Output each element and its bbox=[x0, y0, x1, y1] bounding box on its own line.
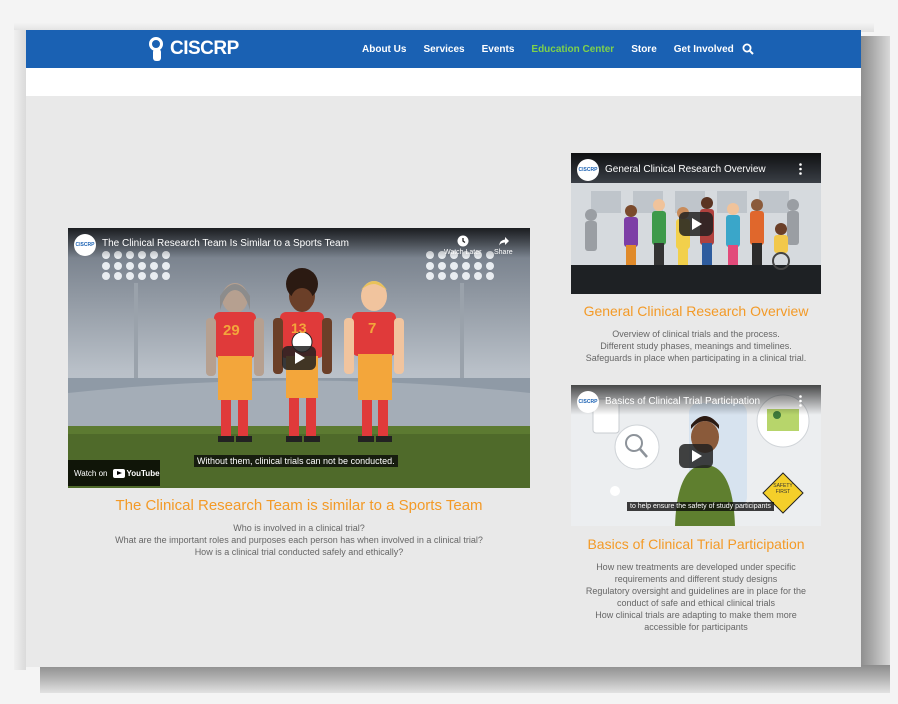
safety-first-sign: SAFETY FIRST bbox=[773, 483, 793, 495]
more-options-icon[interactable] bbox=[799, 395, 802, 407]
desc-line: What are the important roles and purpose… bbox=[115, 535, 483, 545]
jersey-number-29: 29 bbox=[223, 322, 240, 339]
desc-line: How new treatments are developed under s… bbox=[596, 562, 796, 572]
channel-avatar[interactable]: CISCRP bbox=[577, 159, 599, 181]
desc-line: Different study phases, meanings and tim… bbox=[600, 341, 792, 351]
video-player-basics[interactable]: SAFETY FIRST CISCRP Basics of Clinical T… bbox=[571, 385, 821, 526]
jersey-number-13: 13 bbox=[291, 320, 307, 336]
video-heading-overview[interactable]: General Clinical Research Overview bbox=[571, 303, 821, 319]
frame-shadow-right bbox=[860, 36, 890, 676]
video-caption: Without them, clinical trials can not be… bbox=[194, 455, 398, 467]
more-options-icon[interactable] bbox=[799, 163, 802, 175]
channel-avatar[interactable]: CISCRP bbox=[577, 391, 599, 413]
watch-later-icon[interactable] bbox=[457, 235, 469, 247]
desc-line: conduct of safe and ethical clinical tri… bbox=[616, 598, 776, 608]
video-heading-sports-team[interactable]: The Clinical Research Team is similar to… bbox=[68, 497, 530, 514]
logo-mark-icon bbox=[148, 37, 166, 61]
jersey-number-7: 7 bbox=[368, 320, 377, 337]
play-button[interactable] bbox=[679, 212, 713, 236]
video-player-sports-team[interactable]: 29 13 7 CISCRP The Clinical Research Tea… bbox=[68, 228, 530, 488]
nav-about-us[interactable]: About Us bbox=[362, 44, 406, 55]
desc-line: accessible for participants bbox=[644, 622, 748, 632]
desc-line: requirements and different study designs bbox=[614, 574, 778, 584]
desc-line: How is a clinical trial conducted safely… bbox=[194, 547, 404, 557]
video-heading-basics[interactable]: Basics of Clinical Trial Participation bbox=[571, 536, 821, 552]
youtube-label: YouTube bbox=[126, 468, 160, 478]
watch-on-youtube-button[interactable]: Watch on YouTube bbox=[68, 460, 160, 486]
video-caption: to help ensure the safety of study parti… bbox=[627, 502, 774, 511]
video-player-overview[interactable]: CISCRP General Clinical Research Overvie… bbox=[571, 153, 821, 294]
nav-education-center[interactable]: Education Center bbox=[531, 44, 614, 55]
logo-text: CISCRP bbox=[170, 38, 239, 59]
video-description-overview: Overview of clinical trials and the proc… bbox=[566, 328, 826, 364]
site-logo[interactable]: CISCRP bbox=[148, 36, 239, 62]
frame-shadow-bottom bbox=[40, 665, 890, 693]
video-title-link[interactable]: The Clinical Research Team Is Similar to… bbox=[102, 238, 349, 249]
channel-avatar[interactable]: CISCRP bbox=[74, 234, 96, 256]
play-button[interactable] bbox=[679, 444, 713, 468]
watch-on-label: Watch on bbox=[74, 468, 108, 478]
video-description-basics: How new treatments are developed under s… bbox=[566, 561, 826, 633]
frame-border-left bbox=[14, 30, 26, 670]
search-icon[interactable] bbox=[742, 43, 754, 55]
desc-line: Regulatory oversight and guidelines are … bbox=[585, 586, 807, 596]
main-nav: About Us Services Events Education Cente… bbox=[362, 30, 751, 68]
nav-services[interactable]: Services bbox=[423, 44, 464, 55]
share-label[interactable]: Share bbox=[494, 249, 513, 256]
nav-store[interactable]: Store bbox=[631, 44, 657, 55]
youtube-play-icon bbox=[112, 468, 125, 478]
video-title-link[interactable]: General Clinical Research Overview bbox=[605, 164, 766, 175]
watch-later-label[interactable]: Watch Later bbox=[444, 249, 481, 256]
video-title-link[interactable]: Basics of Clinical Trial Participation bbox=[605, 396, 760, 407]
play-button[interactable] bbox=[282, 346, 316, 370]
site-header: CISCRP About Us Services Events Educatio… bbox=[26, 30, 861, 68]
desc-line: Safeguards in place when participating i… bbox=[585, 353, 807, 363]
page: CISCRP About Us Services Events Educatio… bbox=[26, 30, 861, 667]
video-description-sports-team: Who is involved in a clinical trial? Wha… bbox=[68, 522, 530, 558]
desc-line: Overview of clinical trials and the proc… bbox=[612, 329, 780, 339]
header-subbar bbox=[26, 68, 861, 96]
nav-get-involved[interactable]: Get Involved bbox=[674, 44, 734, 55]
nav-events[interactable]: Events bbox=[482, 44, 515, 55]
share-icon[interactable] bbox=[498, 235, 510, 247]
desc-line: Who is involved in a clinical trial? bbox=[233, 523, 365, 533]
desc-line: How clinical trials are adapting to make… bbox=[595, 610, 797, 620]
